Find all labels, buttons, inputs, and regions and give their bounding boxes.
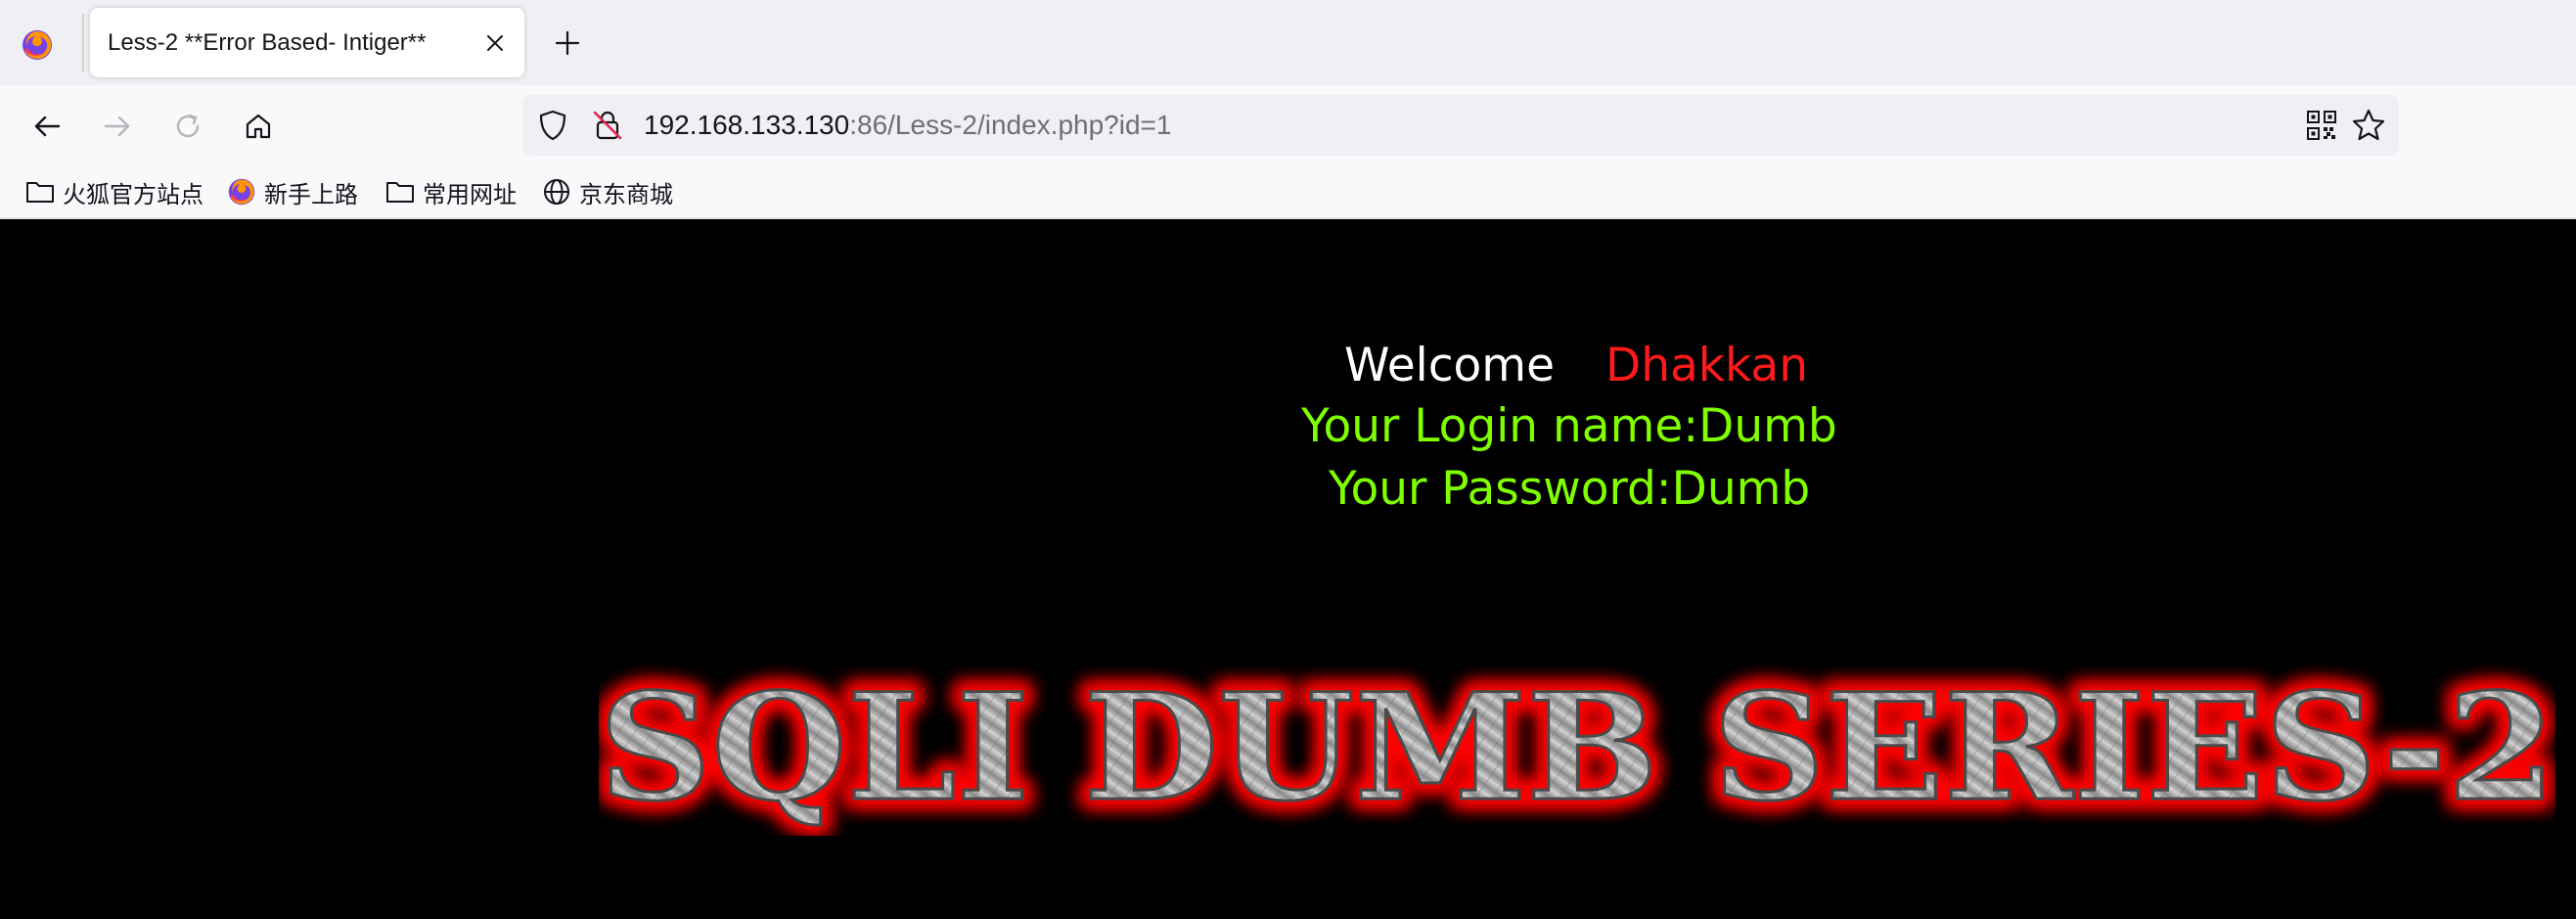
firefox-menu-button[interactable]	[18, 25, 57, 65]
back-button[interactable]	[25, 105, 68, 148]
bookmark-folder-firefox-sites[interactable]: 火狐官方站点	[25, 174, 203, 209]
welcome-text: Welcome	[1344, 339, 1555, 392]
page-content: Welcome Dhakkan Your Login name:Dumb Your…	[0, 221, 2576, 919]
insecure-lock-icon[interactable]	[591, 109, 624, 142]
url-host: 192.168.133.130	[644, 110, 850, 140]
qr-code-icon[interactable]	[2305, 109, 2338, 142]
firefox-icon	[23, 30, 52, 60]
login-name-text: Your Login name:Dumb	[1301, 399, 1837, 453]
globe-icon	[544, 179, 569, 205]
tab-strip-divider	[82, 14, 84, 72]
bookmark-label: 常用网址	[423, 181, 517, 208]
folder-icon	[386, 182, 414, 203]
shield-icon[interactable]	[536, 109, 569, 142]
password-text: Your Password:Dumb	[1329, 462, 1811, 516]
tab-active[interactable]: Less-2 **Error Based- Intiger**	[90, 8, 524, 77]
banner-text: SQLI DUMB SERIES-2	[599, 662, 2555, 834]
home-icon	[246, 114, 271, 139]
home-button[interactable]	[237, 105, 280, 148]
new-tab-button[interactable]	[548, 23, 587, 63]
bookmark-getting-started[interactable]: 新手上路	[227, 174, 358, 209]
welcome-line: Welcome Dhakkan	[1344, 339, 1808, 403]
bookmark-star-icon[interactable]	[2350, 107, 2387, 144]
bookmark-label: 火狐官方站点	[63, 181, 203, 208]
arrow-right-icon	[104, 115, 130, 137]
address-bar[interactable]: 192.168.133.130:86/Less-2/index.php?id=1	[522, 95, 2399, 156]
reload-icon	[176, 114, 200, 138]
bookmark-label: 京东商城	[579, 181, 673, 208]
bookmark-jd-mall[interactable]: 京东商城	[542, 174, 673, 209]
sqli-dumb-series-banner: SQLI DUMB SERIES-2 SQLI DUMB SERIES-2	[599, 654, 2555, 836]
url-text[interactable]: 192.168.133.130:86/Less-2/index.php?id=1	[644, 95, 1171, 156]
tab-close-button[interactable]	[479, 27, 511, 59]
tab-title: Less-2 **Error Based- Intiger**	[108, 29, 427, 56]
reload-button[interactable]	[166, 105, 209, 148]
close-icon	[487, 35, 503, 51]
welcome-name: Dhakkan	[1605, 339, 1808, 392]
firefox-icon	[228, 178, 255, 206]
arrow-left-icon	[34, 115, 61, 137]
bookmark-label: 新手上路	[264, 181, 358, 208]
bookmarks-toolbar: 火狐官方站点 新手上路 常用网址 京东商城	[0, 165, 2576, 219]
forward-button[interactable]	[96, 105, 139, 148]
url-path: :86/Less-2/index.php?id=1	[849, 110, 1172, 140]
navigation-toolbar: 192.168.133.130:86/Less-2/index.php?id=1	[0, 85, 2576, 165]
plus-icon	[555, 30, 580, 56]
bookmark-folder-common-sites[interactable]: 常用网址	[385, 174, 517, 209]
tab-strip: Less-2 **Error Based- Intiger**	[0, 0, 2576, 85]
folder-icon	[26, 182, 54, 203]
